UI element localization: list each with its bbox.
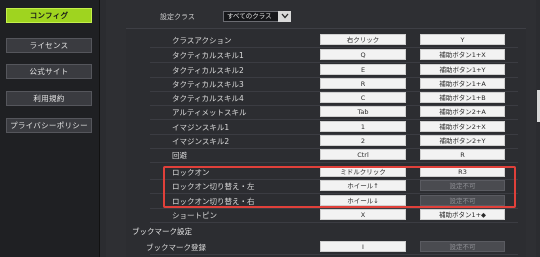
keyboard-binding-tactical-skill-4[interactable]: C bbox=[320, 92, 406, 103]
row-label-dodge: 回避 bbox=[172, 151, 187, 160]
keyboard-binding-short-pin[interactable]: X bbox=[320, 209, 406, 220]
sidebar: コンフィグ ライセンス 公式サイト 利用規約 プライバシーポリシー bbox=[0, 0, 100, 257]
gamepad-binding-tactical-skill-2[interactable]: 補助ボタン1+Y bbox=[420, 64, 505, 75]
row-label-tactical-skill-2: タクティカルスキル2 bbox=[172, 66, 244, 75]
lockon-highlight-box bbox=[163, 166, 516, 208]
gamepad-binding-dodge[interactable]: R bbox=[420, 149, 505, 160]
gamepad-binding-bookmark-register[interactable]: 設定不可 bbox=[420, 241, 505, 252]
keyboard-binding-ultimate-skill[interactable]: Tab bbox=[320, 106, 406, 117]
sidebar-item-license[interactable]: ライセンス bbox=[6, 38, 92, 53]
row-divider bbox=[150, 62, 518, 63]
gamepad-binding-ultimate-skill[interactable]: 補助ボタン2+A bbox=[420, 106, 505, 117]
gamepad-binding-tactical-skill-1[interactable]: 補助ボタン1+X bbox=[420, 49, 505, 60]
keyboard-binding-class-action[interactable]: 右クリック bbox=[320, 34, 406, 45]
row-divider bbox=[150, 222, 518, 223]
row-divider bbox=[150, 119, 518, 120]
row-label-imagine-skill-1: イマジンスキル1 bbox=[172, 123, 230, 132]
keyboard-binding-tactical-skill-1[interactable]: Q bbox=[320, 49, 406, 60]
class-filter-label: 設定クラス bbox=[160, 13, 195, 21]
gamepad-binding-imagine-skill-2[interactable]: 補助ボタン2+Y bbox=[420, 135, 505, 146]
gamepad-binding-imagine-skill-1[interactable]: 補助ボタン2+X bbox=[420, 121, 505, 132]
sidebar-item-privacy-policy[interactable]: プライバシーポリシー bbox=[6, 118, 92, 133]
sidebar-item-config[interactable]: コンフィグ bbox=[6, 8, 92, 23]
sidebar-item-official-site[interactable]: 公式サイト bbox=[6, 64, 92, 79]
keyboard-binding-imagine-skill-1[interactable]: 1 bbox=[320, 121, 406, 132]
keyboard-binding-tactical-skill-3[interactable]: R bbox=[320, 78, 406, 89]
gamepad-binding-class-action[interactable]: Y bbox=[420, 34, 505, 45]
filter-bar: 設定クラス すべてのクラス bbox=[106, 0, 536, 28]
row-divider bbox=[150, 47, 518, 48]
row-label-tactical-skill-4: タクティカルスキル4 bbox=[172, 94, 244, 103]
row-divider bbox=[150, 162, 518, 163]
row-label-bookmark-register: ブックマーク登録 bbox=[146, 243, 206, 252]
gamepad-binding-tactical-skill-4[interactable]: 補助ボタン1+B bbox=[420, 92, 505, 103]
row-label-class-action: クラスアクション bbox=[172, 36, 232, 45]
chevron-down-icon[interactable] bbox=[278, 11, 291, 22]
gamepad-binding-short-pin[interactable]: 補助ボタン1+◆ bbox=[420, 209, 505, 220]
sidebar-item-terms[interactable]: 利用規約 bbox=[6, 91, 92, 106]
keyboard-binding-tactical-skill-2[interactable]: E bbox=[320, 64, 406, 75]
row-label-tactical-skill-3: タクティカルスキル3 bbox=[172, 80, 244, 89]
row-label-short-pin: ショートピン bbox=[172, 211, 217, 220]
keyboard-binding-imagine-skill-2[interactable]: 2 bbox=[320, 135, 406, 146]
gamepad-binding-tactical-skill-3[interactable]: 補助ボタン1+A bbox=[420, 78, 505, 89]
keyboard-binding-dodge[interactable]: Ctrl bbox=[320, 149, 406, 160]
keyboard-binding-bookmark-register[interactable]: I bbox=[320, 241, 406, 252]
row-label-imagine-skill-2: イマジンスキル2 bbox=[172, 137, 230, 146]
row-label-tactical-skill-1: タクティカルスキル1 bbox=[172, 51, 244, 60]
row-label-ultimate-skill: アルティメットスキル bbox=[172, 108, 247, 117]
bookmark-section-title: ブックマーク設定 bbox=[132, 227, 192, 236]
row-divider bbox=[150, 254, 518, 255]
